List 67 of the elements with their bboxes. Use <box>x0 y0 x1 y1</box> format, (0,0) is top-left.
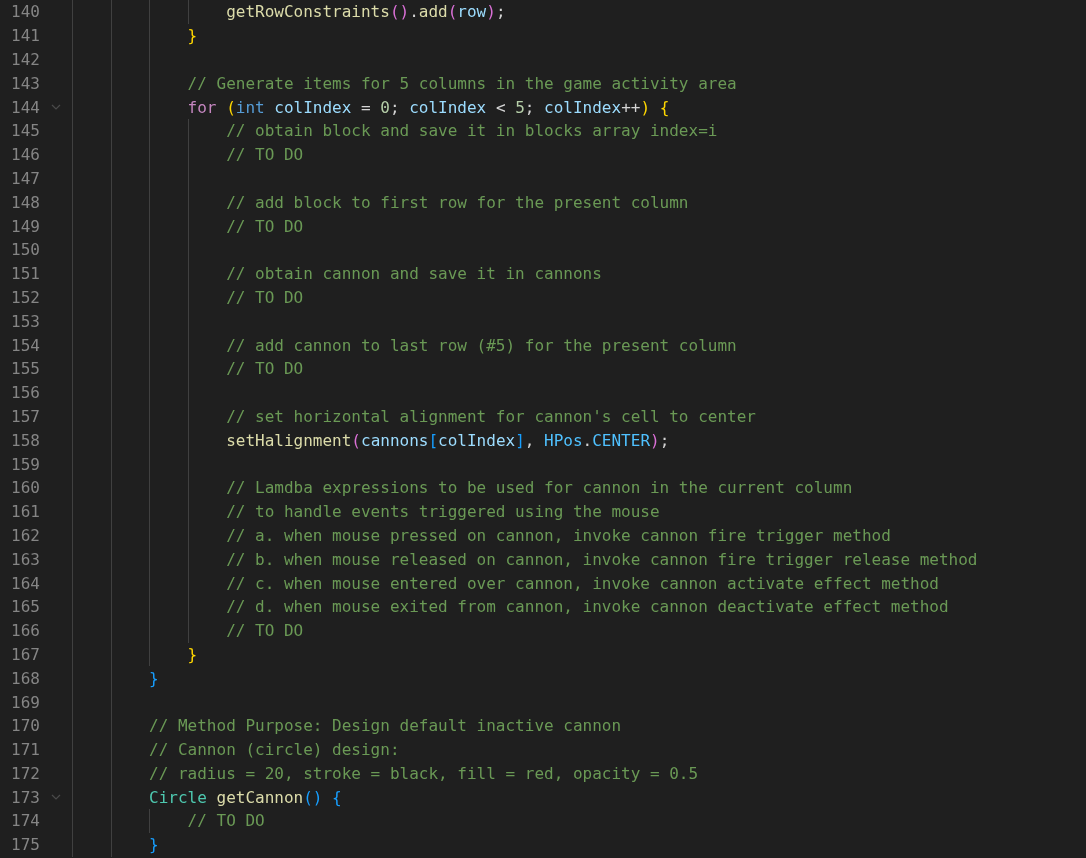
line-number: 149 <box>10 216 40 236</box>
line-number: 169 <box>10 692 40 712</box>
code-line: // TO DO <box>187 811 265 831</box>
line-number: 155 <box>10 359 40 379</box>
code-line: // TO DO <box>226 216 304 236</box>
line-number: 158 <box>10 430 40 450</box>
line-number: 168 <box>10 668 40 688</box>
line-number: 145 <box>10 121 40 141</box>
line-number: 153 <box>10 311 40 331</box>
code-line: // b. when mouse released on cannon, invoke cannon fire trigger release method <box>226 549 978 569</box>
code-line: // Lamdba expressions to be used for cannon in the current column <box>226 478 853 498</box>
line-number: 157 <box>10 406 40 426</box>
code-line: } <box>149 668 159 688</box>
line-number: 161 <box>10 502 40 522</box>
line-number: 159 <box>10 454 40 474</box>
code-line: // add cannon to last row (#5) for the present column <box>226 335 737 355</box>
line-number: 154 <box>10 335 40 355</box>
code-line: getRowConstraints().add(row); <box>226 2 506 22</box>
line-number: 146 <box>10 145 40 165</box>
line-number: 142 <box>10 50 40 69</box>
line-number: 144 <box>10 97 40 117</box>
line-number: 166 <box>10 621 40 641</box>
chevron-down-icon[interactable] <box>51 794 61 801</box>
code-line: Circle getCannon() { <box>149 787 342 807</box>
line-number: 171 <box>10 740 40 760</box>
line-number: 156 <box>10 383 40 403</box>
code-line: } <box>187 26 198 46</box>
code-line: // add block to first row for the present column <box>226 192 689 212</box>
code-line: // obtain cannon and save it in cannons <box>226 264 602 284</box>
code-line: // Cannon (circle) design: <box>149 740 400 760</box>
line-number: 164 <box>10 573 40 593</box>
code-line: // obtain block and save it in blocks array index=i <box>226 121 718 141</box>
line-number: 141 <box>10 26 40 46</box>
line-number: 143 <box>10 73 40 93</box>
line-number: 172 <box>10 763 40 783</box>
code-line: // to handle events triggered using the mouse <box>226 502 660 522</box>
line-number: 167 <box>10 644 40 664</box>
code-line: // a. when mouse pressed on cannon, invoke cannon fire trigger method <box>226 525 891 545</box>
chevron-down-icon[interactable] <box>51 104 61 111</box>
line-number: 140 <box>10 2 40 22</box>
line-number: 151 <box>10 264 40 284</box>
line-number: 163 <box>10 549 40 569</box>
line-number: 152 <box>10 287 40 307</box>
line-number: 165 <box>10 597 40 617</box>
line-number: 174 <box>10 811 40 831</box>
code-line: } <box>149 835 159 855</box>
line-number: 175 <box>10 835 40 855</box>
line-number: 147 <box>10 168 40 188</box>
code-line: // TO DO <box>226 287 304 307</box>
code-line: setHalignment(cannons[colIndex], HPos.CENTER); <box>226 430 670 450</box>
line-number: 160 <box>10 478 40 498</box>
code-line: // set horizontal alignment for cannon's cell to center <box>226 406 756 426</box>
code-line: } <box>187 644 198 664</box>
line-number: 150 <box>10 240 40 260</box>
line-number: 162 <box>10 525 40 545</box>
line-number: 173 <box>10 787 40 807</box>
line-number: 148 <box>10 192 40 212</box>
code-line: for (int colIndex = 0; colIndex < 5; colIndex++) { <box>187 97 670 117</box>
code-line: // radius = 20, stroke = black, fill = red, opacity = 0.5 <box>149 763 699 783</box>
code-line: // Generate items for 5 columns in the game activity area <box>187 73 737 93</box>
code-line: // Method Purpose: Design default inactive cannon <box>149 716 622 736</box>
code-line: // TO DO <box>226 621 304 641</box>
code-line: // c. when mouse entered over cannon, invoke cannon activate effect method <box>226 573 939 593</box>
line-number: 170 <box>10 716 40 736</box>
code-line: // TO DO <box>226 359 304 379</box>
code-line: // d. when mouse exited from cannon, invoke cannon deactivate effect method <box>226 597 949 617</box>
code-line: // TO DO <box>226 145 304 165</box>
